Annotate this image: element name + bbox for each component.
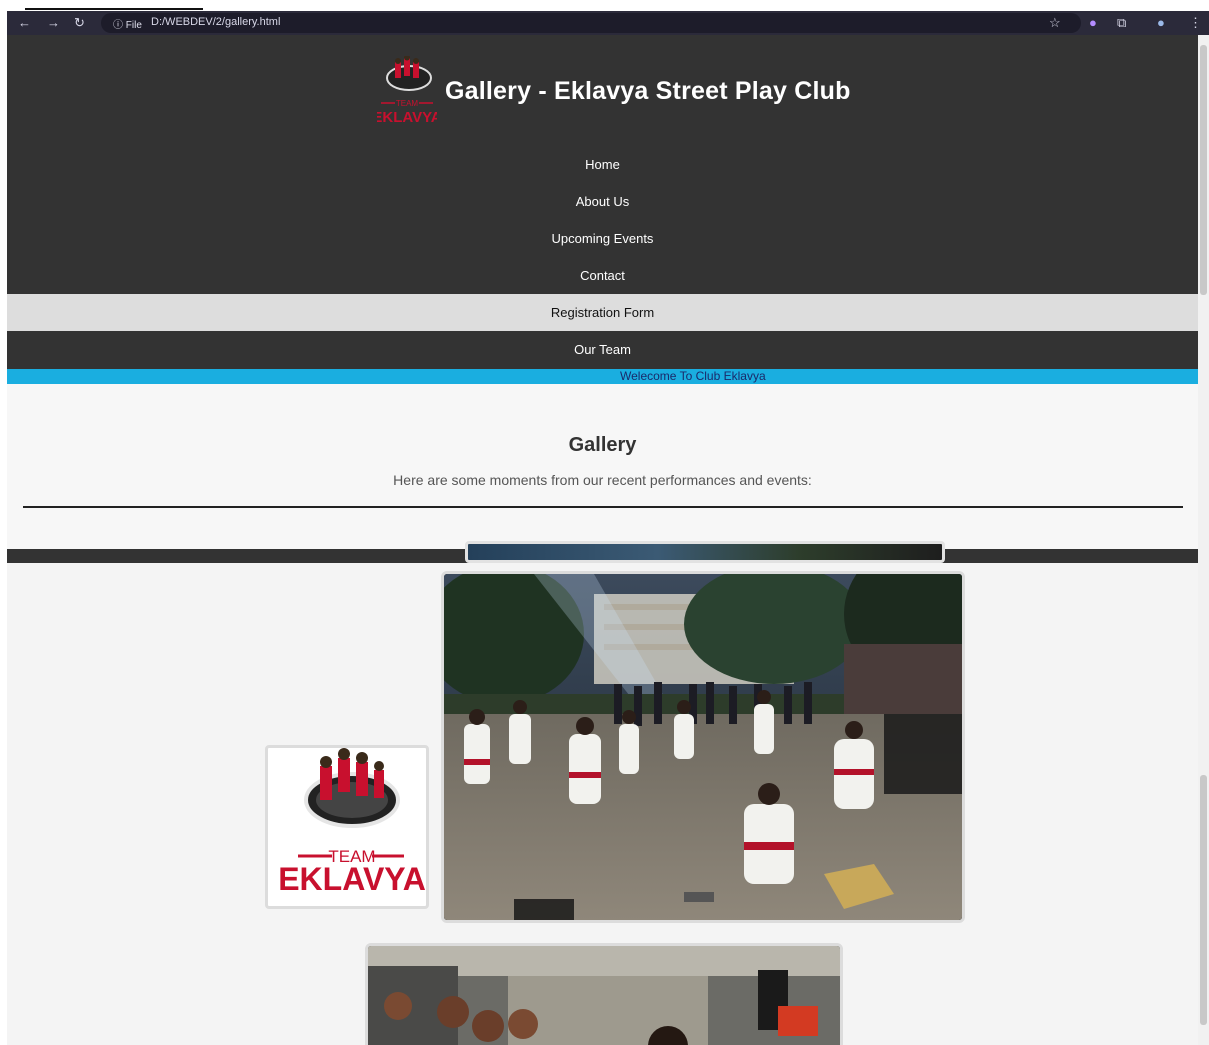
cropped-heading-ink <box>25 0 203 10</box>
street-play-photo <box>444 574 962 920</box>
nav-registration-form[interactable]: Registration Form <box>7 294 1198 331</box>
nav-our-team[interactable]: Our Team <box>7 331 1198 368</box>
extension-icon[interactable]: ● <box>1089 15 1097 30</box>
back-arrow-icon[interactable]: ← <box>18 15 31 30</box>
page-scrollbar[interactable] <box>1198 35 1209 1045</box>
nav-contact[interactable]: Contact <box>7 257 1198 294</box>
forward-arrow-icon[interactable]: → <box>47 15 60 30</box>
gallery-description: Here are some moments from our recent pe… <box>393 472 812 488</box>
browser-toolbar: ← → ↻ ⓘ File D:/WEBDEV/2/gallery.html ☆ … <box>7 11 1209 35</box>
gallery-logo-card: TEAM EKLAVYA <box>265 745 429 909</box>
team-eklavya-logo-icon: TEAM EKLAVYA <box>278 748 426 897</box>
welcome-marquee: Welecome To Club Eklavya <box>7 369 1198 384</box>
puzzle-icon[interactable]: ⧉ <box>1117 15 1126 31</box>
nav-about-us[interactable]: About Us <box>7 183 1198 220</box>
star-icon[interactable]: ☆ <box>1049 15 1061 31</box>
gallery-photo-street-performance <box>441 571 965 923</box>
brand: TEAM EKLAVYA Gallery - Eklavya Street Pl… <box>372 54 851 127</box>
gallery-grid: TEAM EKLAVYA <box>7 563 1198 1045</box>
profile-avatar-icon[interactable]: ● <box>1157 15 1165 30</box>
file-chip[interactable]: ⓘ File <box>113 16 142 31</box>
gallery-title: Gallery <box>568 434 637 456</box>
reload-icon[interactable]: ↻ <box>74 15 85 31</box>
site-header: TEAM EKLAVYA Gallery - Eklavya Street Pl… <box>7 35 1198 369</box>
top-strip <box>0 0 1209 11</box>
logo-text-small: TEAM <box>396 99 419 108</box>
site-title: Gallery - Eklavya Street Play Club <box>445 76 851 105</box>
logo-card-text-big: EKLAVYA <box>278 861 426 897</box>
address-bar[interactable]: ⓘ File D:/WEBDEV/2/gallery.html <box>101 13 1081 33</box>
gallery-photo-group-selfie <box>365 943 843 1045</box>
gallery-section: Gallery Here are some moments from our r… <box>7 384 1198 560</box>
logo-text-big: EKLAVYA <box>377 109 437 126</box>
nav-upcoming-events[interactable]: Upcoming Events <box>7 220 1198 257</box>
scrollbar-thumb-bottom[interactable] <box>1200 775 1207 1025</box>
nav-home[interactable]: Home <box>7 146 1198 183</box>
gallery-photo-peek <box>465 541 945 563</box>
page-viewport: TEAM EKLAVYA Gallery - Eklavya Street Pl… <box>7 35 1198 1045</box>
group-selfie-photo <box>368 946 840 1045</box>
gallery-divider <box>23 506 1183 508</box>
address-url: D:/WEBDEV/2/gallery.html <box>151 16 281 28</box>
menu-dots-icon[interactable]: ⋮ <box>1189 15 1202 31</box>
team-logo-icon: TEAM EKLAVYA <box>372 54 442 126</box>
marquee-text: Welecome To Club Eklavya <box>620 369 766 383</box>
main-nav: Home About Us Upcoming Events Contact Re… <box>7 146 1198 368</box>
scrollbar-thumb-top[interactable] <box>1200 45 1207 295</box>
